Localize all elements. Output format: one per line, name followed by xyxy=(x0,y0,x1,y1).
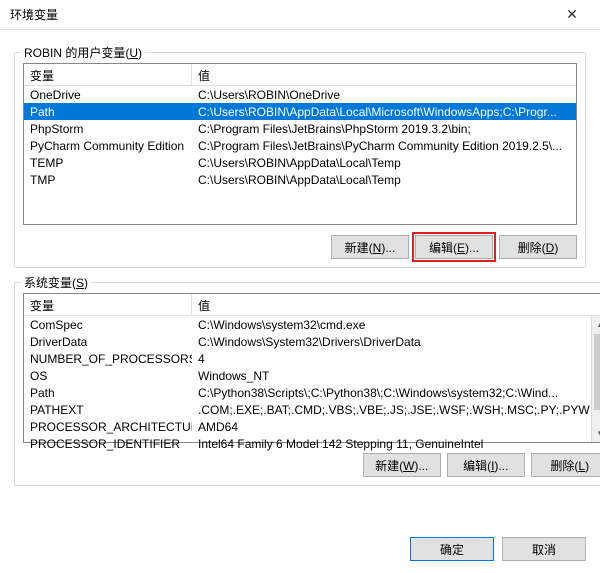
table-row[interactable]: PATHEXT.COM;.EXE;.BAT;.CMD;.VBS;.VBE;.JS… xyxy=(24,401,600,418)
cell-value: C:\Windows\system32\cmd.exe xyxy=(192,317,600,333)
cell-value: C:\Program Files\JetBrains\PyCharm Commu… xyxy=(192,138,576,154)
table-row[interactable]: PathC:\Users\ROBIN\AppData\Local\Microso… xyxy=(24,103,576,120)
cancel-button[interactable]: 取消 xyxy=(502,537,586,561)
table-row[interactable]: OSWindows_NT xyxy=(24,367,600,384)
dialog-footer: 确定 取消 xyxy=(410,537,586,561)
ok-button[interactable]: 确定 xyxy=(410,537,494,561)
cell-value: C:\Program Files\JetBrains\PhpStorm 2019… xyxy=(192,121,576,137)
cell-value: C:\Users\ROBIN\AppData\Local\Temp xyxy=(192,155,576,171)
sys-vars-label: 系统变量(S) xyxy=(21,274,91,291)
table-row[interactable]: PROCESSOR_IDENTIFIERIntel64 Family 6 Mod… xyxy=(24,435,600,452)
cell-variable: TEMP xyxy=(24,155,192,171)
table-row[interactable]: NUMBER_OF_PROCESSORS4 xyxy=(24,350,600,367)
cell-variable: TMP xyxy=(24,172,192,188)
col-header-variable[interactable]: 变量 xyxy=(24,64,192,85)
sys-vars-table[interactable]: 变量 值 ComSpecC:\Windows\system32\cmd.exeD… xyxy=(23,293,600,443)
table-row[interactable]: OneDriveC:\Users\ROBIN\OneDrive xyxy=(24,86,576,103)
cell-variable: OS xyxy=(24,368,192,384)
table-row[interactable]: DriverDataC:\Windows\System32\Drivers\Dr… xyxy=(24,333,600,350)
table-row[interactable]: PathC:\Python38\Scripts\;C:\Python38\;C:… xyxy=(24,384,600,401)
scroll-thumb[interactable] xyxy=(594,334,600,410)
cell-variable: OneDrive xyxy=(24,87,192,103)
cell-value: Intel64 Family 6 Model 142 Stepping 11, … xyxy=(192,436,600,452)
cell-variable: PROCESSOR_ARCHITECTURE xyxy=(24,419,192,435)
col-header-variable[interactable]: 变量 xyxy=(24,294,192,315)
cell-value: C:\Windows\System32\Drivers\DriverData xyxy=(192,334,600,350)
scroll-down-icon[interactable]: ▼ xyxy=(592,425,600,442)
cell-value: C:\Users\ROBIN\AppData\Local\Microsoft\W… xyxy=(192,104,576,120)
user-vars-table[interactable]: 变量 值 OneDriveC:\Users\ROBIN\OneDrivePath… xyxy=(23,63,577,225)
user-vars-group: ROBIN 的用户变量(U) 变量 值 OneDriveC:\Users\ROB… xyxy=(14,52,586,268)
cell-value: C:\Users\ROBIN\AppData\Local\Temp xyxy=(192,172,576,188)
edit-sys-var-button[interactable]: 编辑(I)... xyxy=(447,453,525,477)
user-table-header[interactable]: 变量 值 xyxy=(24,64,576,86)
sys-table-header[interactable]: 变量 值 xyxy=(24,294,600,316)
cell-variable: Path xyxy=(24,385,192,401)
delete-user-var-button[interactable]: 删除(D) xyxy=(499,235,577,259)
sys-table-body: ComSpecC:\Windows\system32\cmd.exeDriver… xyxy=(24,316,600,452)
dialog-content: ROBIN 的用户变量(U) 变量 值 OneDriveC:\Users\ROB… xyxy=(0,30,600,486)
table-row[interactable]: ComSpecC:\Windows\system32\cmd.exe xyxy=(24,316,600,333)
cell-variable: ComSpec xyxy=(24,317,192,333)
cell-variable: DriverData xyxy=(24,334,192,350)
cell-value: AMD64 xyxy=(192,419,600,435)
cell-variable: PATHEXT xyxy=(24,402,192,418)
edit-user-var-button[interactable]: 编辑(E)... xyxy=(415,235,493,259)
table-row[interactable]: PROCESSOR_ARCHITECTUREAMD64 xyxy=(24,418,600,435)
table-row[interactable]: PyCharm Community EditionC:\Program File… xyxy=(24,137,576,154)
table-row[interactable]: TEMPC:\Users\ROBIN\AppData\Local\Temp xyxy=(24,154,576,171)
cell-variable: PhpStorm xyxy=(24,121,192,137)
col-header-value[interactable]: 值 xyxy=(192,294,600,315)
cell-variable: NUMBER_OF_PROCESSORS xyxy=(24,351,192,367)
sys-vars-group: 系统变量(S) 变量 值 ComSpecC:\Windows\system32\… xyxy=(14,282,600,486)
col-header-value[interactable]: 值 xyxy=(192,64,576,85)
sys-button-row: 新建(W)... 编辑(I)... 删除(L) xyxy=(23,453,600,477)
user-vars-label: ROBIN 的用户变量(U) xyxy=(21,44,145,61)
sys-scrollbar[interactable]: ▲ ▼ xyxy=(591,316,600,442)
user-table-body: OneDriveC:\Users\ROBIN\OneDrivePathC:\Us… xyxy=(24,86,576,188)
table-row[interactable]: TMPC:\Users\ROBIN\AppData\Local\Temp xyxy=(24,171,576,188)
cell-value: Windows_NT xyxy=(192,368,600,384)
cell-value: C:\Users\ROBIN\OneDrive xyxy=(192,87,576,103)
close-icon[interactable]: ✕ xyxy=(552,1,592,29)
user-button-row: 新建(N)... 编辑(E)... 删除(D) xyxy=(23,235,577,259)
titlebar: 环境变量 ✕ xyxy=(0,0,600,30)
new-sys-var-button[interactable]: 新建(W)... xyxy=(363,453,441,477)
scroll-up-icon[interactable]: ▲ xyxy=(592,316,600,333)
new-user-var-button[interactable]: 新建(N)... xyxy=(331,235,409,259)
cell-variable: PROCESSOR_IDENTIFIER xyxy=(24,436,192,452)
cell-value: .COM;.EXE;.BAT;.CMD;.VBS;.VBE;.JS;.JSE;.… xyxy=(192,402,600,418)
window-title: 环境变量 xyxy=(10,6,58,23)
cell-variable: PyCharm Community Edition xyxy=(24,138,192,154)
cell-variable: Path xyxy=(24,104,192,120)
cell-value: C:\Python38\Scripts\;C:\Python38\;C:\Win… xyxy=(192,385,600,401)
delete-sys-var-button[interactable]: 删除(L) xyxy=(531,453,600,477)
cell-value: 4 xyxy=(192,351,600,367)
table-row[interactable]: PhpStormC:\Program Files\JetBrains\PhpSt… xyxy=(24,120,576,137)
